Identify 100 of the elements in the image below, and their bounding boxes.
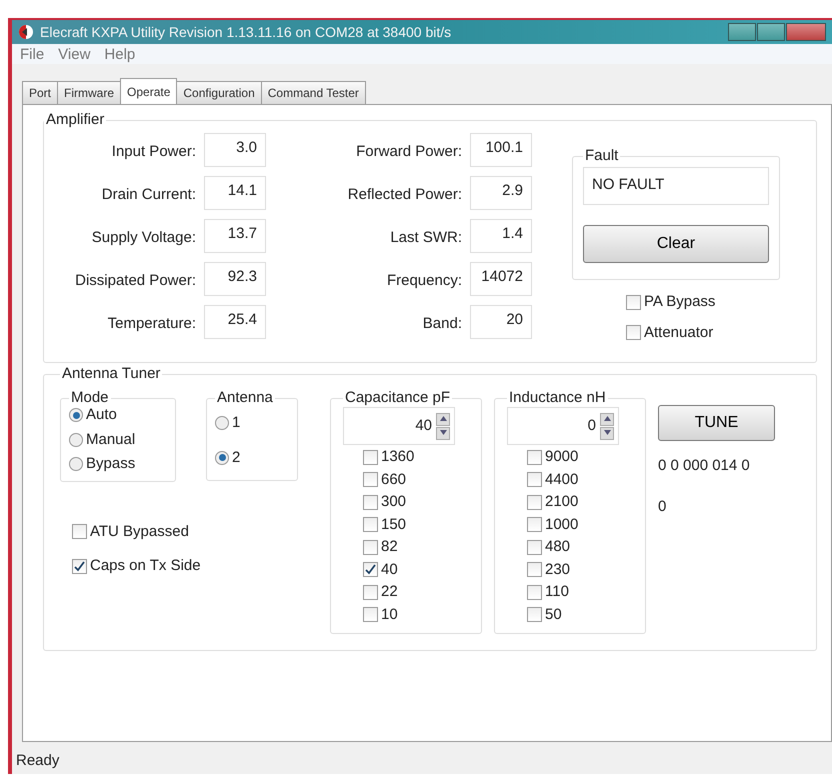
window-title: Elecraft KXPA Utility Revision 1.13.11.16 on COM28 at 38400 bit/s <box>40 22 452 42</box>
value-field: 13.7 <box>204 219 266 253</box>
menu-item[interactable]: Help <box>104 44 136 64</box>
spin-up-button[interactable] <box>436 412 450 426</box>
checkbox-label: 82 <box>381 539 398 556</box>
radio-button[interactable] <box>69 457 83 472</box>
value-field: 20 <box>470 305 532 339</box>
radio-button[interactable] <box>69 432 83 447</box>
clear-button[interactable]: Clear <box>583 225 769 263</box>
field-label: Reflected Power: <box>346 185 462 205</box>
spin-value: 40 <box>415 416 432 436</box>
value-field: 14.1 <box>204 176 266 210</box>
spin-down-button[interactable] <box>600 426 614 440</box>
checkbox[interactable] <box>527 472 542 488</box>
tab[interactable]: Port <box>22 81 58 104</box>
caret-down-icon <box>604 430 610 436</box>
checkbox[interactable] <box>527 450 542 465</box>
spin-down-button[interactable] <box>436 426 450 440</box>
field-label: Input Power: <box>110 142 196 162</box>
checkbox-label: 660 <box>381 472 406 488</box>
checkbox[interactable] <box>626 325 641 340</box>
checkbox[interactable] <box>527 494 542 510</box>
close-button[interactable] <box>786 23 826 41</box>
field-label: Supply Voltage: <box>90 228 196 248</box>
group-title: Antenna Tuner <box>61 365 162 383</box>
radio-label: 2 <box>232 450 240 466</box>
checkbox-label: ATU Bypassed <box>90 524 189 540</box>
tab[interactable]: Operate <box>120 78 178 104</box>
checkbox[interactable] <box>527 607 542 622</box>
checkbox-label: 2100 <box>545 494 578 510</box>
menu-item[interactable]: File <box>20 44 44 64</box>
tab[interactable]: Command Tester <box>260 81 366 104</box>
spin-field[interactable]: 40 <box>343 407 455 445</box>
checkbox[interactable] <box>363 584 378 600</box>
minimize-button[interactable] <box>728 23 756 41</box>
value-field: 100.1 <box>470 133 532 167</box>
checkbox-label: 1000 <box>545 516 578 533</box>
tab[interactable]: Firmware <box>57 81 122 104</box>
group-title: Capacitance pF <box>344 389 452 407</box>
checkbox-label: PA Bypass <box>644 294 716 310</box>
value-field: 3.0 <box>204 133 266 167</box>
checkbox[interactable] <box>363 540 378 555</box>
checkbox[interactable] <box>527 584 542 600</box>
radio-label: Manual <box>86 432 136 448</box>
checkbox[interactable] <box>363 494 378 510</box>
checkbox-label: 1360 <box>381 449 414 466</box>
spin-field[interactable]: 0 <box>507 407 619 445</box>
checkbox[interactable] <box>363 450 378 465</box>
spin-up-button[interactable] <box>600 412 614 426</box>
checkbox-label: 50 <box>545 606 562 623</box>
checkbox-label: Attenuator <box>644 324 714 341</box>
field-label: Forward Power: <box>355 142 462 162</box>
group-title: Amplifier <box>45 111 106 129</box>
fault-field: NO FAULT <box>583 167 769 205</box>
radio-button[interactable] <box>215 416 229 430</box>
checkbox-label: 40 <box>381 562 398 578</box>
value-field: 14072 <box>470 262 532 296</box>
checkbox[interactable] <box>72 524 87 540</box>
checkbox-label: 9000 <box>545 449 578 466</box>
checkbox[interactable] <box>363 607 378 622</box>
app-icon <box>18 24 34 40</box>
field-label: Drain Current: <box>100 185 196 205</box>
checkbox[interactable] <box>363 562 378 578</box>
checkbox-label: 230 <box>545 562 570 578</box>
checkbox-label: 4400 <box>545 472 578 488</box>
checkbox-label: 22 <box>381 584 398 600</box>
caret-up-icon <box>604 416 610 422</box>
checkbox[interactable] <box>527 540 542 555</box>
readout-text: 0 0 000 014 0 <box>658 456 751 476</box>
checkbox-label: 10 <box>381 606 398 623</box>
field-label: Last SWR: <box>389 228 462 248</box>
tune-button[interactable]: TUNE <box>658 405 775 441</box>
maximize-button[interactable] <box>757 23 785 41</box>
tab[interactable]: Configuration <box>176 81 262 104</box>
value-field: 1.4 <box>470 219 532 253</box>
checkbox[interactable] <box>527 562 542 578</box>
group-title: Inductance nH <box>508 389 607 407</box>
radio-label: Bypass <box>86 456 136 472</box>
checkbox[interactable] <box>72 558 87 574</box>
radio-button[interactable] <box>215 450 229 465</box>
value-field: 2.9 <box>470 176 532 210</box>
group-title: Fault <box>584 147 620 165</box>
readout-text: 0 <box>658 496 668 516</box>
checkbox[interactable] <box>626 294 641 310</box>
field-label: Frequency: <box>386 271 462 291</box>
radio-label: Auto <box>86 407 117 424</box>
checkbox[interactable] <box>527 517 542 532</box>
field-label: Band: <box>422 314 462 334</box>
checkbox-label: Caps on Tx Side <box>90 558 201 574</box>
field-label: Dissipated Power: <box>74 271 196 291</box>
radio-label: 1 <box>232 415 240 432</box>
checkbox-label: 110 <box>545 584 569 600</box>
checkbox[interactable] <box>363 517 378 532</box>
value-field: 92.3 <box>204 262 266 296</box>
radio-button[interactable] <box>69 408 83 422</box>
group-title: Mode <box>70 389 110 407</box>
checkbox-label: 300 <box>381 494 406 510</box>
menu-item[interactable]: View <box>58 44 90 64</box>
value-field: 25.4 <box>204 305 266 339</box>
checkbox[interactable] <box>363 472 378 488</box>
